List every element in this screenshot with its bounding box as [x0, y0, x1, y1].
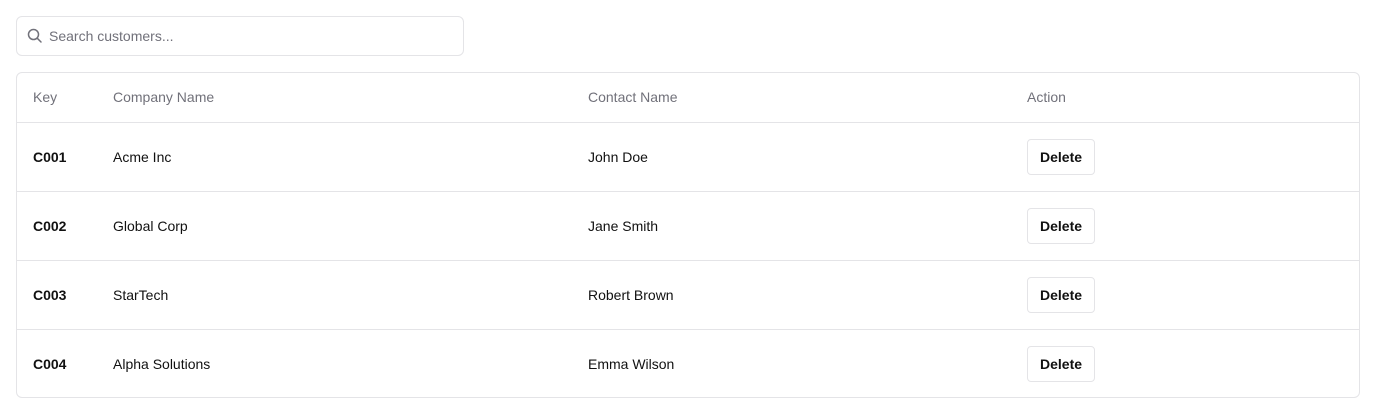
table-body: C001 Acme Inc John Doe Delete C002 Globa… — [17, 122, 1359, 397]
customers-table: Key Company Name Contact Name Action C00… — [17, 73, 1359, 397]
search-input[interactable] — [49, 17, 459, 55]
table-row: C003 StarTech Robert Brown Delete — [17, 260, 1359, 330]
cell-company-name: Alpha Solutions — [113, 355, 211, 372]
search-box — [16, 16, 464, 56]
column-header-action: Action — [1011, 73, 1359, 123]
table-row: C002 Global Corp Jane Smith Delete — [17, 191, 1359, 261]
cell-key: C004 — [33, 355, 67, 372]
cell-action: Delete — [1011, 329, 1359, 397]
cell-company-name: Acme Inc — [97, 122, 572, 192]
delete-button[interactable]: Delete — [1027, 276, 1096, 313]
cell-company-name: StarTech — [97, 260, 572, 330]
table-header: Key Company Name Contact Name Action — [17, 73, 1359, 123]
column-header-key: Key — [17, 73, 97, 123]
cell-action: Delete — [1011, 260, 1359, 330]
customers-table-card: Key Company Name Contact Name Action C00… — [16, 72, 1360, 398]
cell-key: C003 — [17, 260, 97, 330]
cell-company-name: Global Corp — [97, 191, 572, 261]
cell-contact-name: Robert Brown — [572, 260, 1011, 330]
cell-contact-name: Emma Wilson — [588, 355, 675, 372]
cell-contact-name: John Doe — [572, 122, 1011, 192]
cell-action: Delete — [1011, 122, 1359, 192]
delete-button[interactable]: Delete — [1027, 207, 1096, 244]
table-row: C004 Alpha Solutions Emma Wilson Delete — [17, 329, 1359, 397]
column-header-contact-name: Contact Name — [572, 73, 1011, 123]
cell-key: C002 — [17, 191, 97, 261]
table-row: C001 Acme Inc John Doe Delete — [17, 122, 1359, 192]
delete-button[interactable]: Delete — [1027, 345, 1096, 382]
search-icon — [27, 28, 42, 43]
cell-action: Delete — [1011, 191, 1359, 261]
table-header-row: Key Company Name Contact Name Action — [17, 73, 1359, 123]
cell-contact-name: Jane Smith — [572, 191, 1011, 261]
delete-button[interactable]: Delete — [1027, 138, 1096, 175]
customers-page: Key Company Name Contact Name Action C00… — [0, 0, 1376, 414]
column-header-company-name: Company Name — [97, 73, 572, 123]
cell-key: C001 — [17, 122, 97, 192]
